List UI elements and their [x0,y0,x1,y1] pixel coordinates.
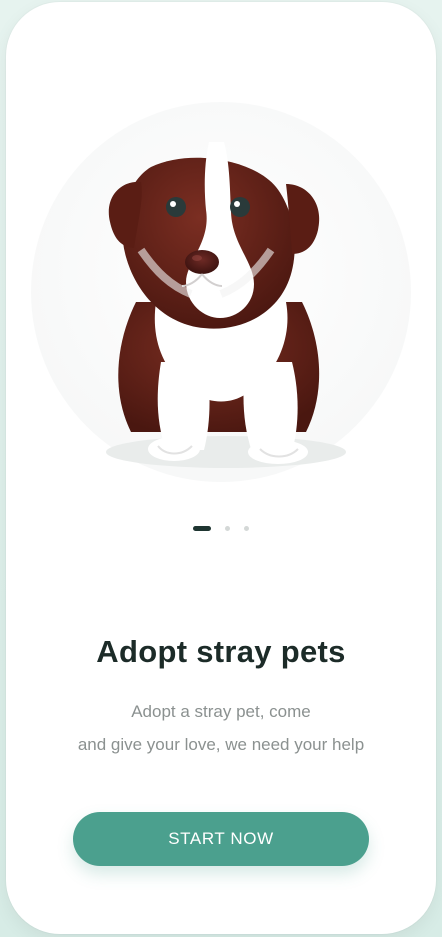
page-dot[interactable] [225,525,230,531]
page-dot-active[interactable] [193,525,211,531]
description-line-1: Adopt a stray pet, come [131,702,311,721]
start-now-button[interactable]: START NOW [73,812,369,866]
onboarding-description: Adopt a stray pet, come and give your lo… [6,695,436,761]
onboarding-title: Adopt stray pets [96,634,346,669]
puppy-illustration [6,72,436,492]
description-line-2: and give your love, we need your help [77,735,365,754]
page-indicator [6,523,436,533]
onboarding-screen: Adopt stray pets Adopt a stray pet, come… [6,2,436,934]
page-dot[interactable] [244,525,249,531]
